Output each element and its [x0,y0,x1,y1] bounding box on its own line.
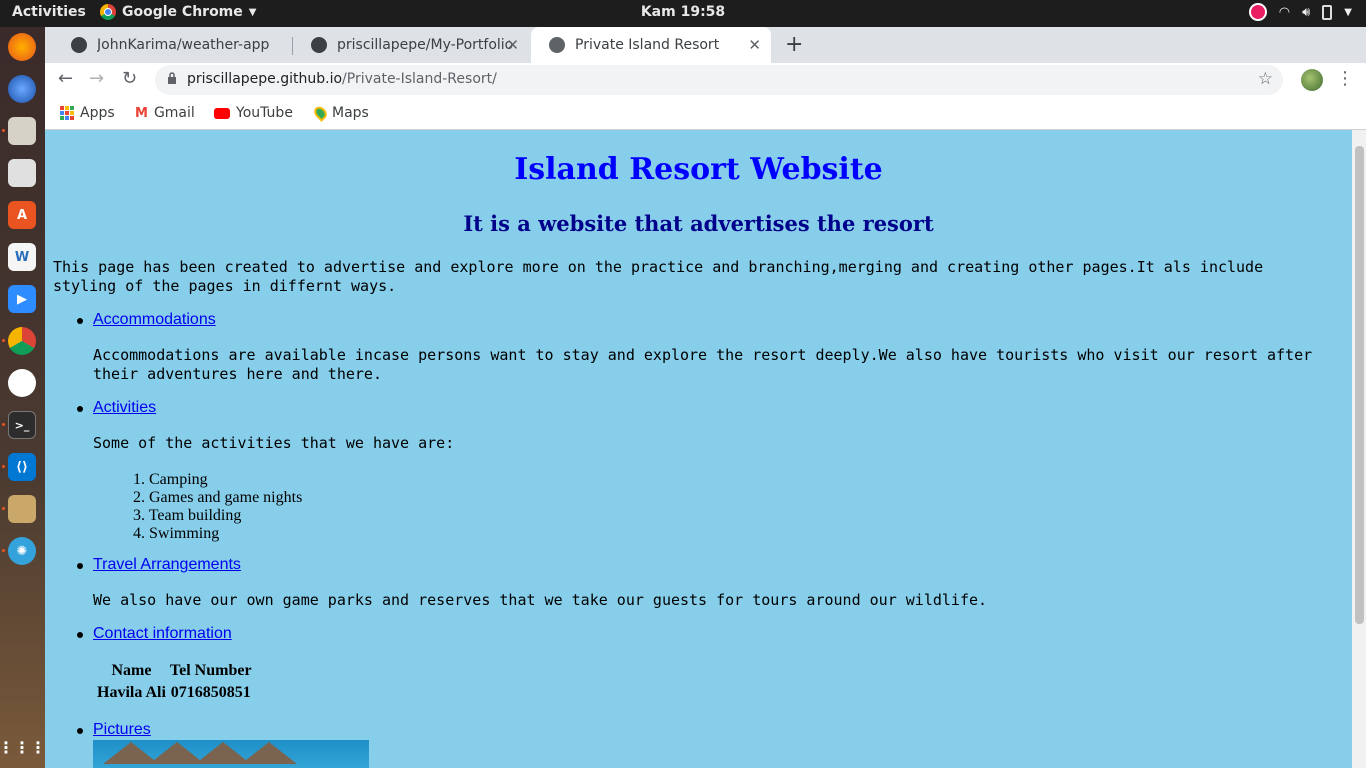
system-tray[interactable]: ◠ 🔊︎ ▼ [1248,3,1352,21]
settings-icon[interactable]: ✺ [8,537,36,565]
system-top-bar: Activities Google Chrome ▼ Kam 19:58 ◠ 🔊… [0,0,1366,27]
globe-icon [549,37,565,53]
url-text: priscillapepe.github.io/Private-Island-R… [187,71,497,87]
reload-icon[interactable]: ↻ [122,68,137,89]
page-title: Island Resort Website [514,152,883,187]
table-cell: 0716850851 [170,684,251,701]
bookmark-star-icon[interactable]: ☆ [1258,69,1273,89]
apps-grid-icon [60,106,74,120]
dock: A W ▶ >_ ⟨⟩ ✺ ⋮⋮⋮ [0,27,46,768]
files-icon[interactable] [8,117,36,145]
slack-icon[interactable] [8,369,36,397]
accommodations-link[interactable]: Accommodations [93,311,216,329]
list-bullet [77,728,83,734]
table-header-row: Name Tel Number [96,661,253,681]
rhythmbox-icon[interactable] [8,159,36,187]
battery-icon[interactable] [1322,4,1333,20]
github-icon [311,37,327,53]
writer-icon[interactable]: W [8,243,36,271]
list-bullet [77,318,83,324]
activities-text: Some of the activities that we have are: [93,434,455,452]
clock[interactable]: Kam 19:58 [0,4,1366,20]
close-icon[interactable]: ✕ [748,36,761,54]
profile-avatar[interactable] [1301,69,1323,91]
youtube-icon [214,107,230,119]
travel-arrangements-link[interactable]: Travel Arrangements [93,556,241,574]
table-cell: Havila Ali [97,684,166,701]
close-icon[interactable]: ✕ [506,36,519,54]
show-applications-icon[interactable]: ⋮⋮⋮ [0,733,46,761]
resort-image [93,740,369,768]
bookmark-gmail[interactable]: M Gmail [135,105,195,121]
list-item: 3. Team building [133,507,242,524]
bookmark-maps[interactable]: Maps [311,104,369,122]
chrome-dock-icon[interactable] [8,327,36,355]
wifi-icon[interactable]: ◠ [1279,5,1290,20]
bookmark-youtube[interactable]: YouTube [214,105,293,121]
software-center-icon[interactable]: A [8,201,36,229]
contact-information-link[interactable]: Contact information [93,625,232,643]
bookmarks-bar: Apps M Gmail YouTube Maps [45,97,1366,130]
tab-title: priscillapepe/My-Portfolio [337,37,513,53]
lock-icon [168,72,176,84]
new-tab-button[interactable]: + [785,32,803,57]
back-icon[interactable]: ← [58,68,73,89]
vscode-icon[interactable]: ⟨⟩ [8,453,36,481]
zoom-icon[interactable]: ▶ [8,285,36,313]
address-bar[interactable]: priscillapepe.github.io/Private-Island-R… [155,65,1283,95]
menu-icon[interactable]: ⋮ [1336,68,1354,89]
gmail-icon: M [135,105,148,121]
column-header: Tel Number [169,662,252,679]
scrollbar-thumb[interactable] [1355,146,1364,624]
column-header: Name [111,662,152,679]
maps-pin-icon [311,104,330,122]
notification-icon[interactable] [1248,3,1267,21]
intro-paragraph: This page has been created to advertise … [53,258,1264,295]
volume-icon[interactable]: 🔊︎ [1302,5,1310,20]
tab-weather-app[interactable]: JohnKarima/weather-app [53,27,291,63]
list-bullet [77,406,83,412]
pictures-link[interactable]: Pictures [93,721,151,739]
tab-my-portfolio[interactable]: priscillapepe/My-Portfolio ✕ [293,27,529,63]
terminal-icon[interactable]: >_ [8,411,36,439]
list-bullet [77,632,83,638]
activities-list: 1. Camping 2. Games and game nights 3. T… [133,471,302,543]
page-subtitle: It is a website that advertises the reso… [463,211,934,236]
list-bullet [77,563,83,569]
activities-link[interactable]: Activities [93,399,156,417]
list-item: 4. Swimming [133,525,220,542]
forward-icon[interactable]: → [89,68,104,89]
tab-strip: JohnKarima/weather-app priscillapepe/My-… [45,27,1366,63]
page-scrollbar[interactable] [1352,130,1366,768]
toolbar: ← → ↻ priscillapepe.github.io/Private-Is… [45,63,1366,97]
github-icon [71,37,87,53]
table-row: Havila Ali 0716850851 [96,683,253,703]
tab-title: Private Island Resort [575,37,720,53]
bookmark-apps[interactable]: Apps [60,105,115,121]
chevron-down-icon[interactable]: ▼ [1344,7,1352,18]
browser-window: JohnKarima/weather-app priscillapepe/My-… [45,27,1366,768]
contact-table: Name Tel Number Havila Ali 0716850851 [94,659,255,705]
accommodations-text: Accommodations are available incase pers… [93,346,1313,383]
firefox-icon[interactable] [8,33,36,61]
tab-title: JohnKarima/weather-app [97,37,270,53]
travel-text: We also have our own game parks and rese… [93,591,988,609]
image-viewer-icon[interactable] [8,495,36,523]
thunderbird-icon[interactable] [8,75,36,103]
list-item: 2. Games and game nights [133,489,303,506]
web-page: Island Resort Website It is a website th… [45,130,1352,768]
tab-private-island-resort[interactable]: Private Island Resort ✕ [531,27,771,63]
list-item: 1. Camping [133,471,208,488]
